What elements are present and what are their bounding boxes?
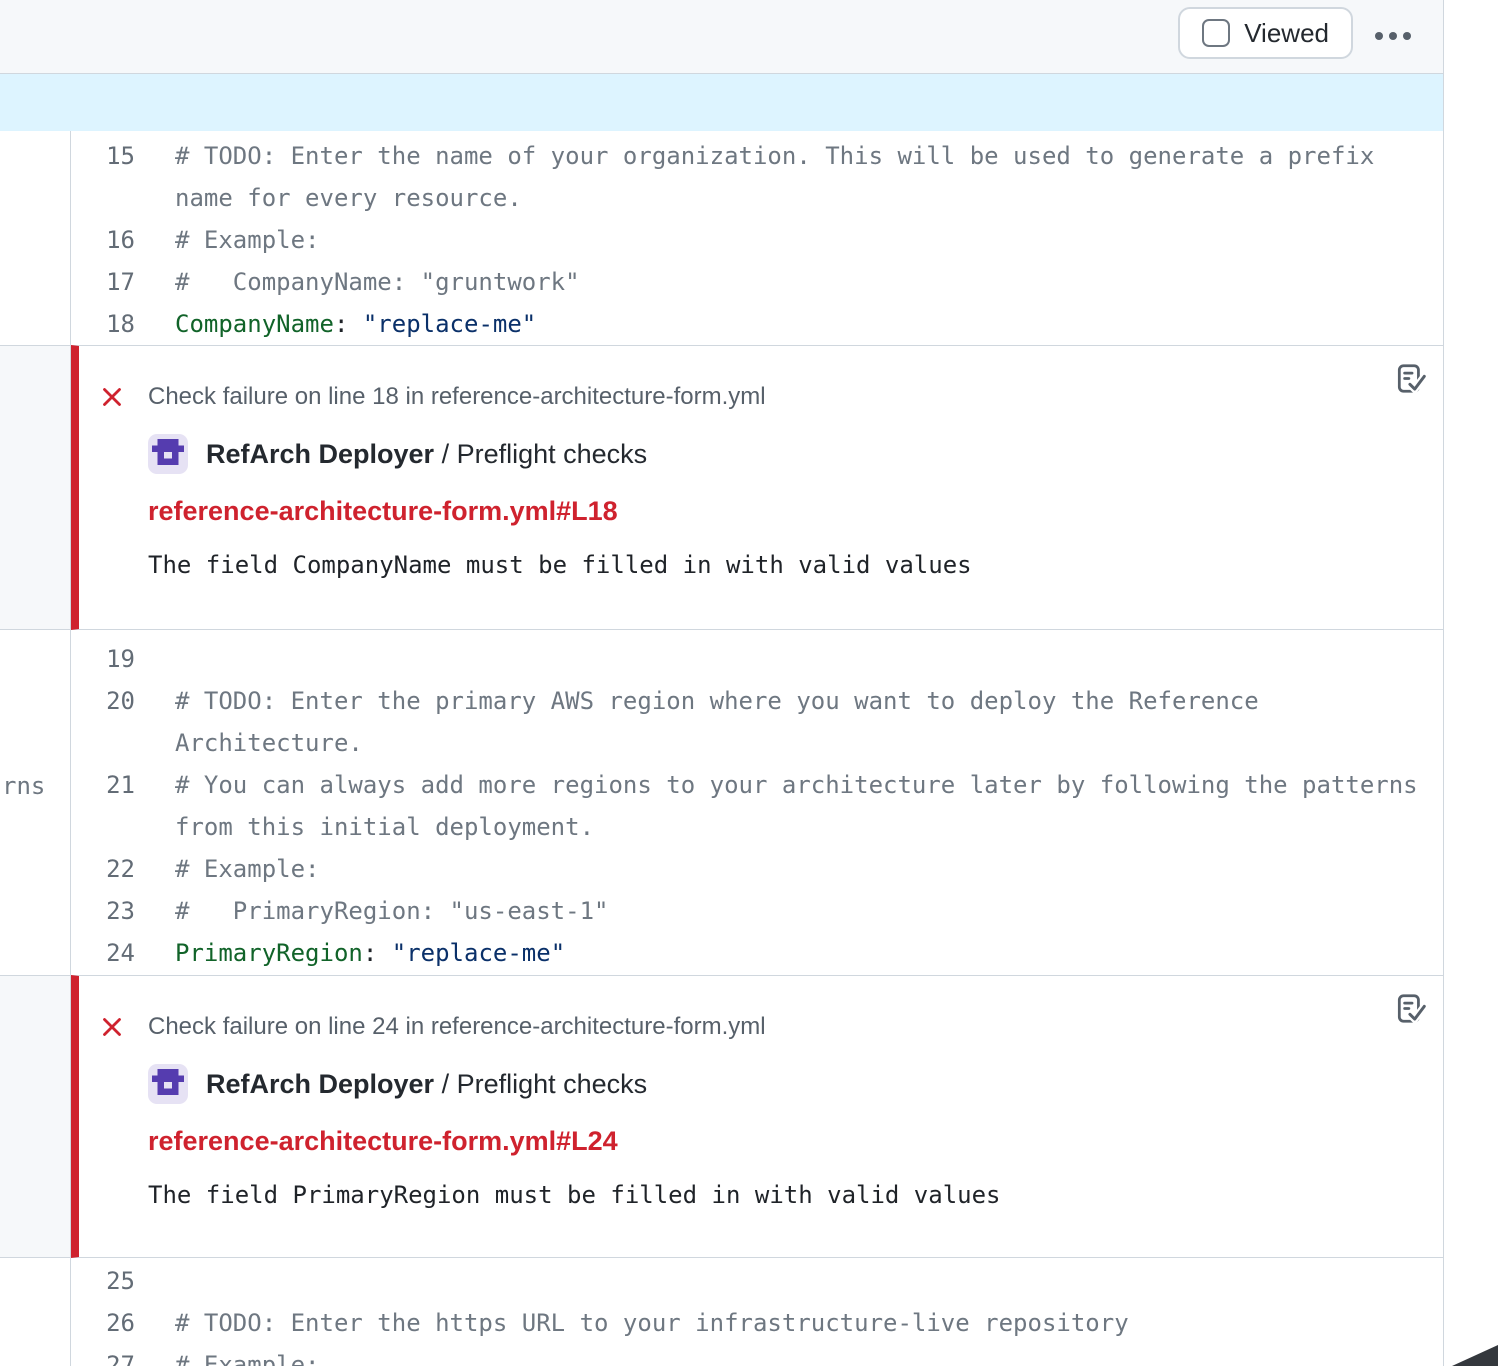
code-text: name for every resource. — [175, 177, 522, 219]
annotation-title: RefArch Deployer / Preflight checks — [148, 434, 1383, 474]
line-number[interactable]: 22 — [71, 848, 135, 890]
annotation-message: The field CompanyName must be filled in … — [148, 551, 1383, 579]
code-text: # TODO: Enter the primary AWS region whe… — [175, 680, 1259, 722]
code-text: # Example: — [175, 219, 320, 261]
line-number[interactable]: 21 — [71, 764, 135, 806]
code-text: # PrimaryRegion: "us-east-1" — [175, 890, 608, 932]
code-line: 20 # TODO: Enter the primary AWS region w… — [71, 680, 1443, 722]
check-app-name[interactable]: RefArch Deployer — [206, 1069, 434, 1099]
code-line: 26 # TODO: Enter the https URL to your in… — [71, 1302, 1443, 1344]
split-diff-left-pane-edge: rns — [0, 131, 71, 1366]
check-run-name: / Preflight checks — [434, 439, 647, 469]
check-annotation: Check failure on line 18 in reference-ar… — [71, 345, 1443, 630]
left-pane-code-overflow: rns — [2, 765, 45, 807]
code-line: name for every resource. — [71, 177, 1443, 219]
line-number[interactable]: 15 — [71, 135, 135, 177]
code-text: # You can always add more regions to you… — [175, 764, 1418, 806]
line-number[interactable]: 23 — [71, 890, 135, 932]
file-diff-container: Viewed rns 15 # TODO: Enter the name of y… — [0, 0, 1444, 1366]
annotation-file-line-link[interactable]: reference-architecture-form.yml#L24 — [148, 1127, 618, 1155]
annotation-header: Check failure on line 24 in reference-ar… — [148, 1014, 1383, 1040]
code-section: 15 # TODO: Enter the name of your organiz… — [71, 131, 1443, 345]
code-line: Architecture. — [71, 722, 1443, 764]
line-number[interactable]: 16 — [71, 219, 135, 261]
code-line: 23 # PrimaryRegion: "us-east-1" — [71, 890, 1443, 932]
code-section: 2526 # TODO: Enter the https URL to your … — [71, 1258, 1443, 1365]
check-annotation: Check failure on line 24 in reference-ar… — [71, 975, 1443, 1258]
code-line: 25 — [71, 1260, 1443, 1302]
x-failure-icon — [100, 385, 124, 409]
line-number[interactable]: 19 — [71, 638, 135, 680]
diff-page: Viewed rns 15 # TODO: Enter the name of y… — [0, 0, 1498, 1366]
code-line: from this initial deployment. — [71, 806, 1443, 848]
viewed-label: Viewed — [1244, 18, 1329, 49]
mouse-cursor — [1452, 1345, 1498, 1366]
code-line: 21 # You can always add more regions to y… — [71, 764, 1443, 806]
check-app-name[interactable]: RefArch Deployer — [206, 439, 434, 469]
kebab-menu-button[interactable] — [1367, 12, 1419, 60]
checklist-icon — [1394, 362, 1428, 396]
code-line: 17 # CompanyName: "gruntwork" — [71, 261, 1443, 303]
code-line: 18 CompanyName: "replace-me" — [71, 303, 1443, 345]
line-number[interactable]: 27 — [71, 1344, 135, 1366]
refarch-deployer-app-avatar — [148, 434, 188, 474]
code-text: # Example: — [175, 1344, 320, 1366]
left-pane-annotation-filler — [0, 975, 70, 1258]
line-number[interactable]: 18 — [71, 303, 135, 345]
code-line: 27 # Example: — [71, 1344, 1443, 1366]
refarch-deployer-app-avatar — [148, 1064, 188, 1104]
viewed-toggle-button[interactable]: Viewed — [1178, 7, 1353, 59]
code-line: 19 — [71, 638, 1443, 680]
annotation-message: The field PrimaryRegion must be filled i… — [148, 1181, 1383, 1209]
code-text: # CompanyName: "gruntwork" — [175, 261, 580, 303]
code-line: 22 # Example: — [71, 848, 1443, 890]
code-line: 16 # Example: — [71, 219, 1443, 261]
code-text: Architecture. — [175, 722, 363, 764]
line-number[interactable]: 20 — [71, 680, 135, 722]
line-number[interactable]: 17 — [71, 261, 135, 303]
annotation-title: RefArch Deployer / Preflight checks — [148, 1064, 1383, 1104]
code-text: # TODO: Enter the name of your organizat… — [175, 135, 1374, 177]
code-section: 1920 # TODO: Enter the primary AWS region… — [71, 630, 1443, 975]
diff-code-column: 15 # TODO: Enter the name of your organiz… — [71, 131, 1443, 1365]
check-run-name: / Preflight checks — [434, 1069, 647, 1099]
code-line: 15 # TODO: Enter the name of your organiz… — [71, 135, 1443, 177]
annotation-header: Check failure on line 18 in reference-ar… — [148, 384, 1383, 410]
viewed-checkbox[interactable] — [1202, 19, 1230, 47]
line-number[interactable]: 25 — [71, 1260, 135, 1302]
file-header-toolbar: Viewed — [0, 0, 1443, 74]
line-number[interactable]: 24 — [71, 932, 135, 974]
checklist-icon — [1394, 992, 1428, 1026]
code-text: # Example: — [175, 848, 320, 890]
x-failure-icon — [100, 1015, 124, 1039]
annotation-file-line-link[interactable]: reference-architecture-form.yml#L18 — [148, 497, 618, 525]
left-pane-annotation-filler — [0, 345, 70, 630]
code-text: CompanyName: "replace-me" — [175, 303, 536, 345]
code-text: PrimaryRegion: "replace-me" — [175, 932, 565, 974]
code-text: # TODO: Enter the https URL to your infr… — [175, 1302, 1129, 1344]
line-number[interactable]: 26 — [71, 1302, 135, 1344]
code-text: from this initial deployment. — [175, 806, 594, 848]
code-line: 24 PrimaryRegion: "replace-me" — [71, 932, 1443, 974]
kebab-horizontal-icon — [1375, 32, 1383, 40]
expanded-hunk-row — [0, 74, 1443, 131]
